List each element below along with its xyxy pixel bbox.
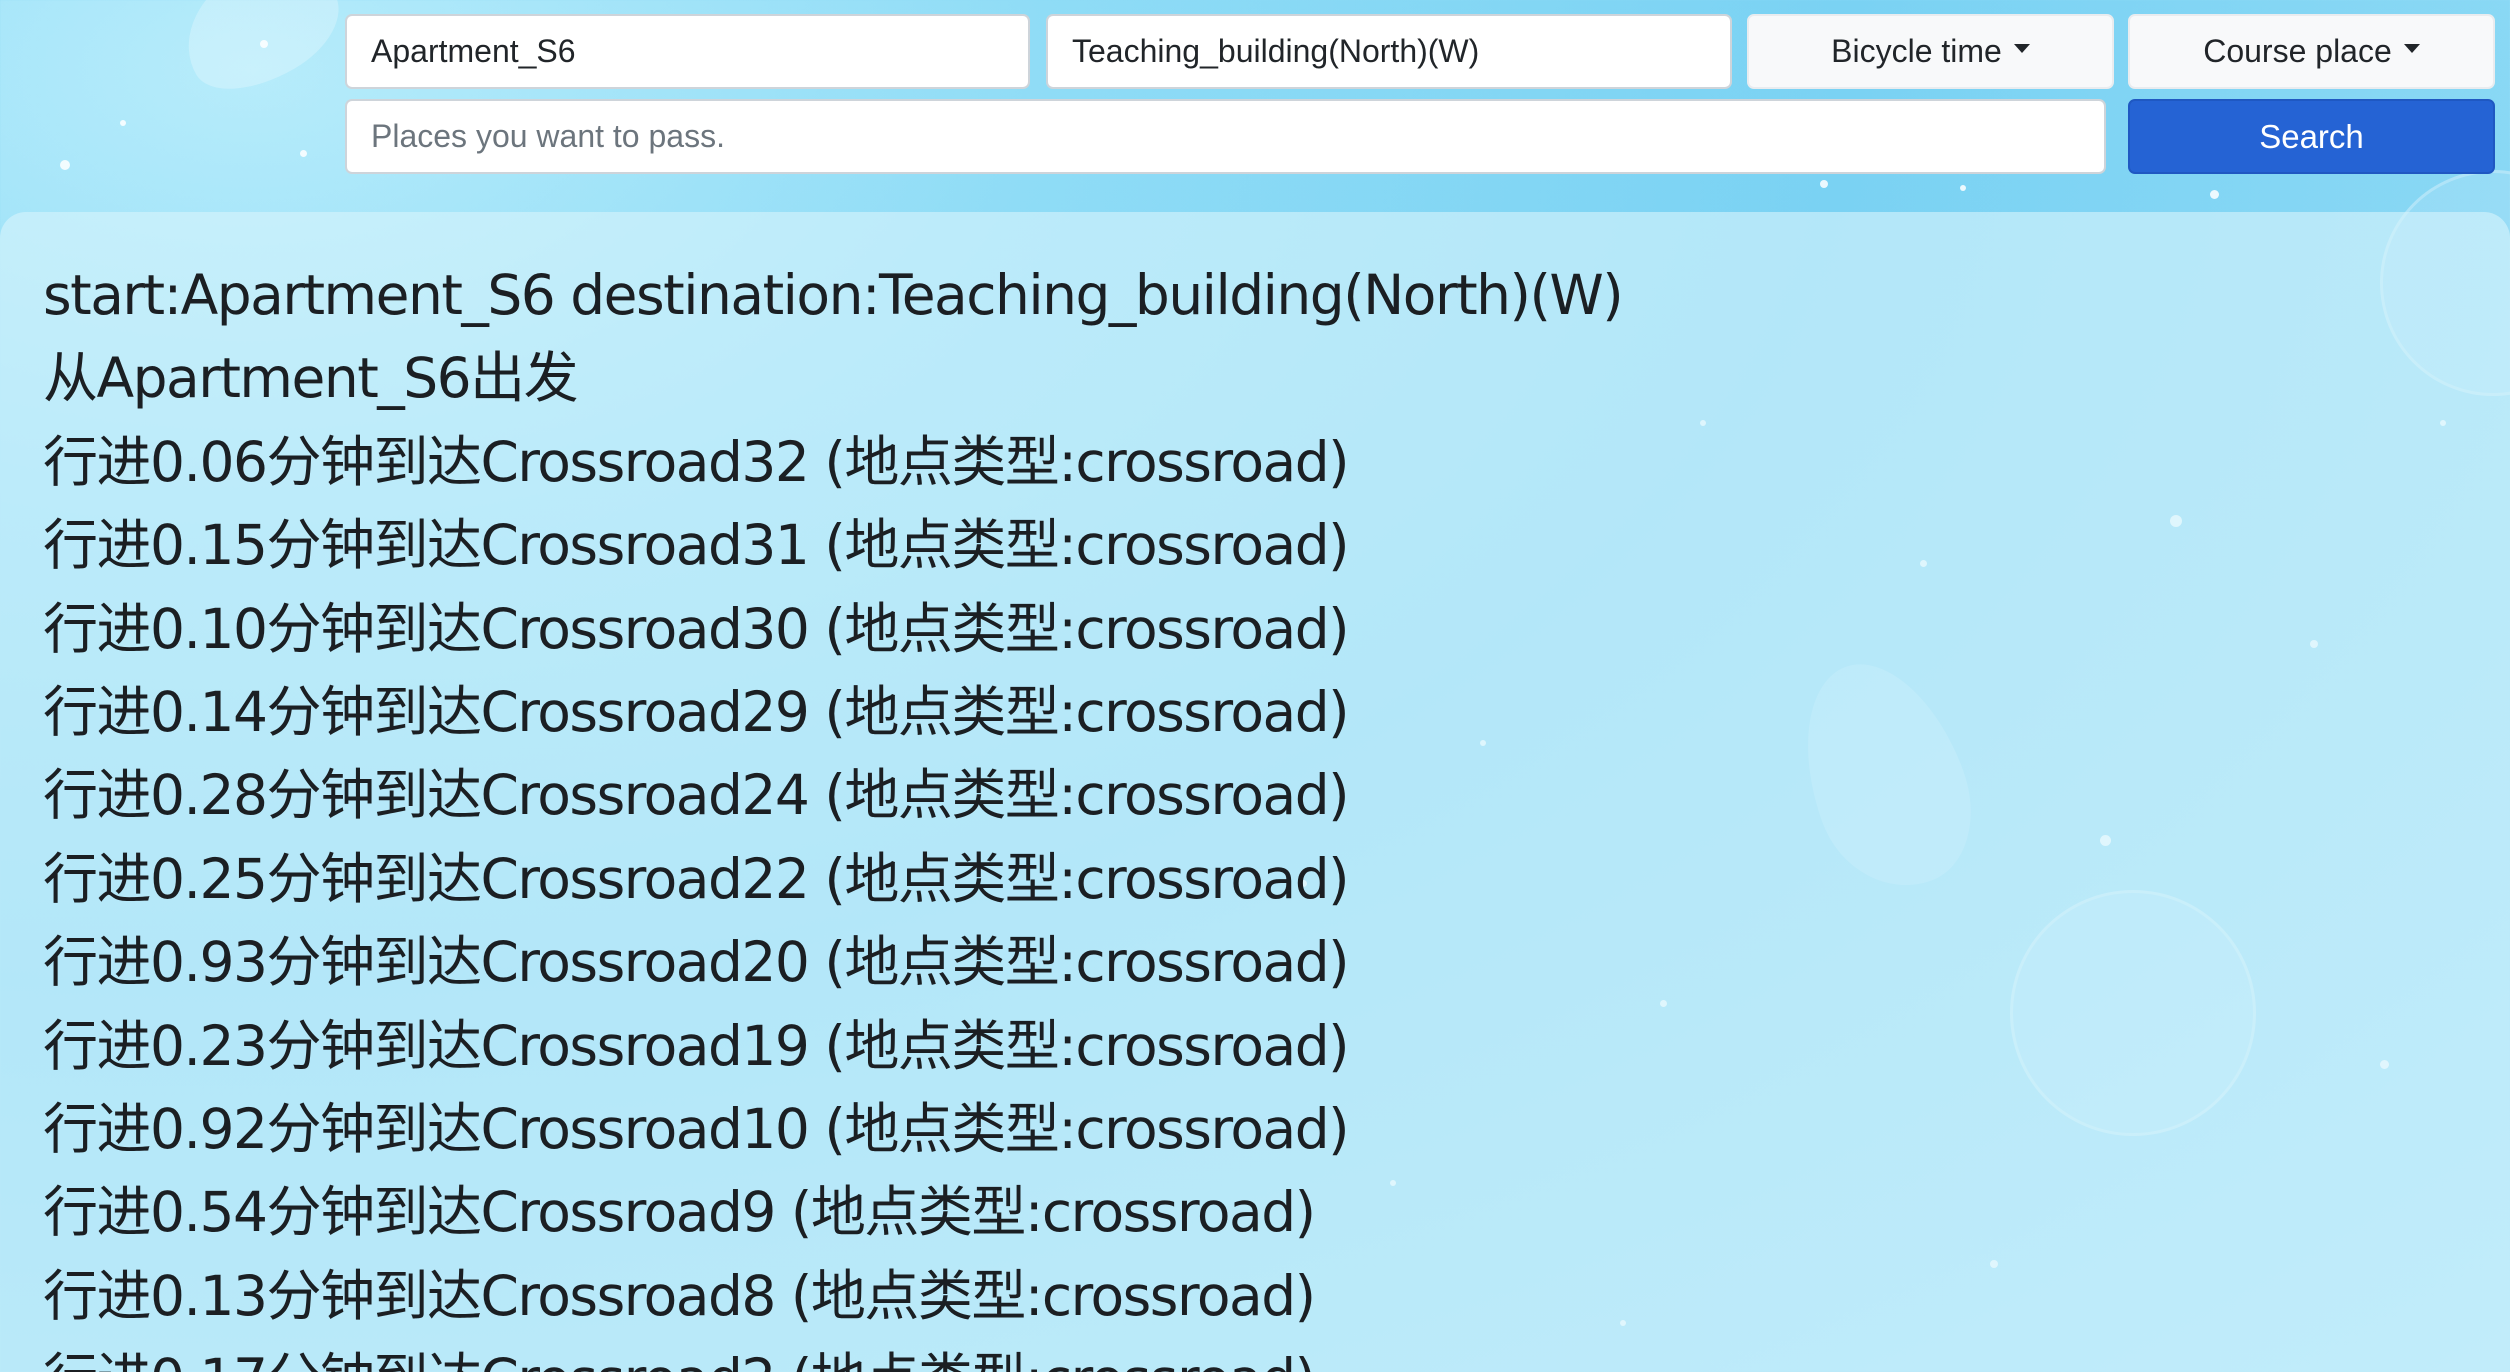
search-button-label: Search — [2259, 117, 2364, 155]
route-step-line: 行进0.93分钟到达Crossroad20 (地点类型:crossroad) — [43, 930, 1350, 995]
destination-field[interactable] — [1046, 14, 1732, 89]
route-step-line: 行进0.54分钟到达Crossroad9 (地点类型:crossroad) — [43, 1180, 1316, 1245]
destination-input[interactable] — [1070, 32, 1708, 71]
route-summary-line: start:Apartment_S6 destination:Teaching_… — [43, 263, 1624, 327]
route-step-line: 行进0.13分钟到达Crossroad8 (地点类型:crossroad) — [43, 1263, 1316, 1328]
caret-down-icon — [2403, 44, 2420, 53]
search-button[interactable]: Search — [2128, 99, 2495, 174]
waypoint-field[interactable] — [345, 99, 2106, 174]
route-step-line: 行进0.25分钟到达Crossroad22 (地点类型:crossroad) — [43, 846, 1350, 911]
route-step-line: 行进0.14分钟到达Crossroad29 (地点类型:crossroad) — [43, 679, 1350, 744]
route-step-line: 行进0.23分钟到达Crossroad19 (地点类型:crossroad) — [43, 1013, 1350, 1078]
route-step-line: 行进0.06分钟到达Crossroad32 (地点类型:crossroad) — [43, 429, 1350, 494]
route-step-line: 行进0.92分钟到达Crossroad10 (地点类型:crossroad) — [43, 1096, 1350, 1161]
result-panel: start:Apartment_S6 destination:Teaching_… — [0, 212, 2510, 1372]
search-toolbar: Bicycle time Course place Search — [0, 0, 2510, 212]
route-step-line: 从Apartment_S6出发 — [43, 346, 579, 411]
start-input[interactable] — [369, 32, 1006, 71]
travel-mode-label: Bicycle time — [1831, 33, 2002, 69]
route-step-line: 行进0.15分钟到达Crossroad31 (地点类型:crossroad) — [43, 513, 1350, 578]
travel-mode-dropdown[interactable]: Bicycle time — [1747, 14, 2114, 89]
route-step-line: 行进0.10分钟到达Crossroad30 (地点类型:crossroad) — [43, 596, 1350, 661]
caret-down-icon — [2013, 44, 2030, 53]
place-type-dropdown[interactable]: Course place — [2128, 14, 2495, 89]
waypoint-input[interactable] — [369, 117, 2082, 156]
route-step-line: 行进0.28分钟到达Crossroad24 (地点类型:crossroad) — [43, 763, 1350, 828]
start-field[interactable] — [345, 14, 1030, 89]
route-result-list: start:Apartment_S6 destination:Teaching_… — [43, 254, 1624, 1372]
place-type-label: Course place — [2203, 33, 2392, 69]
route-step-line: 行进0.17分钟到达Crossroad2 (地点类型:crossroad) — [43, 1338, 1622, 1372]
